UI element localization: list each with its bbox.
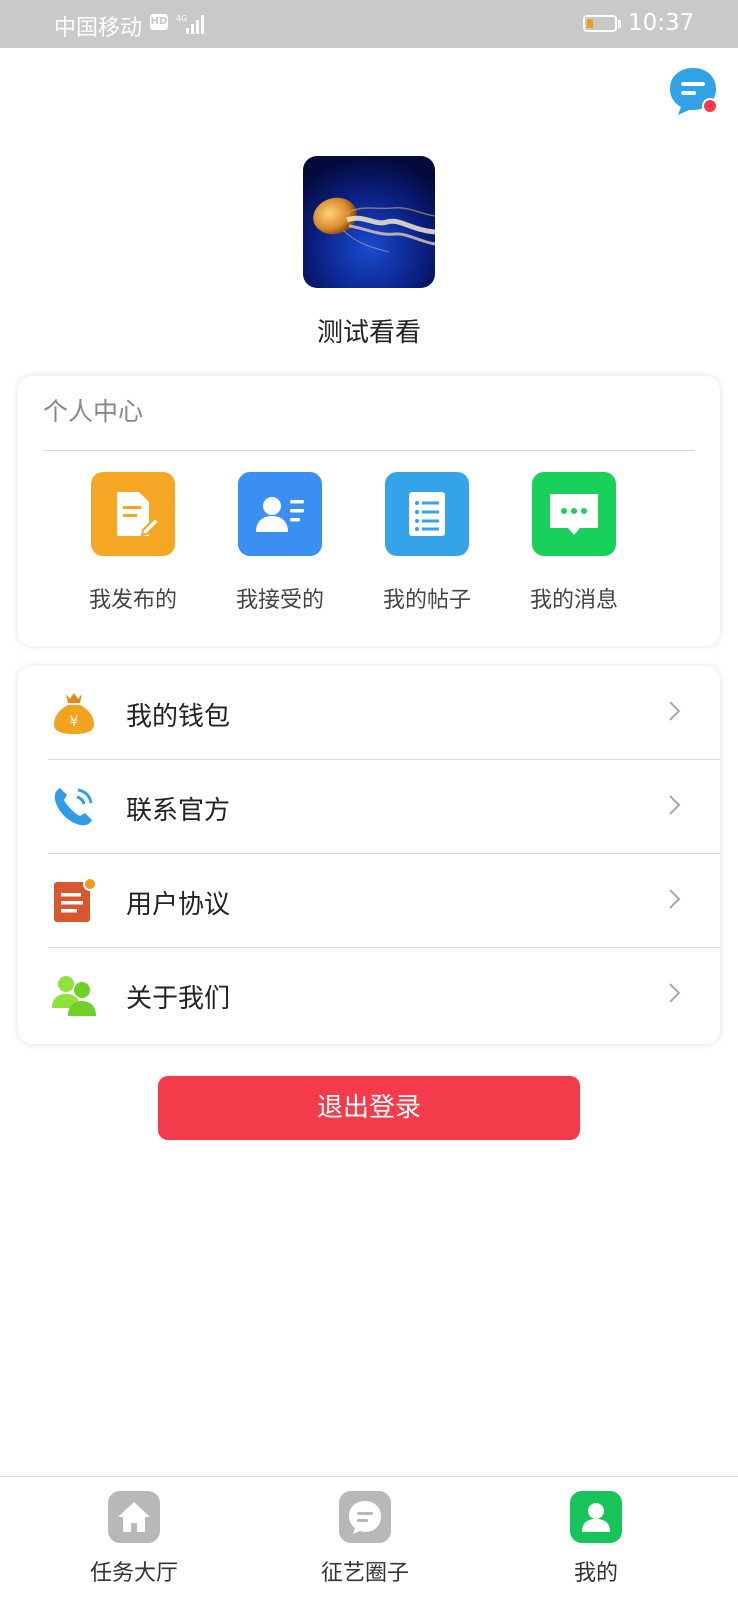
menu-item-label: 关于我们 [126,984,231,1014]
message-bubble-icon[interactable] [666,64,720,118]
agreement-icon [54,877,97,922]
menu-item-contact[interactable]: 联系官方 [18,760,720,854]
grid-item-label: 我接受的 [235,588,324,613]
chevron-right-icon [669,701,681,721]
tab-circle[interactable]: 征艺圈子 [242,1477,488,1601]
user-icon [570,1491,622,1543]
logout-button[interactable]: 退出登录 [158,1076,580,1140]
menu-card: ¥ 我的钱包 联系官方 用户协议 关于我们 [18,666,720,1044]
menu-item-wallet[interactable]: ¥ 我的钱包 [18,666,720,760]
username: 测试看看 [316,318,421,348]
jellyfish-image [303,156,435,288]
network-type: 4G [176,14,187,23]
menu-item-agreement[interactable]: 用户协议 [18,854,720,948]
svg-text:¥: ¥ [70,714,79,730]
signal-icon: 4G [176,14,204,34]
contact-card-icon [238,472,322,556]
grid-item-label: 我的消息 [529,588,618,613]
personal-center-card: 个人中心 我发布的 我接受的 我的帖子 我的消息 [18,376,720,646]
clock: 10:37 [628,10,695,36]
tab-label: 征艺圈子 [320,1561,409,1586]
divider [43,450,695,451]
my-messages-button[interactable]: 我的消息 [509,472,639,622]
status-bar: 中国移动 HD 4G 10:37 [0,0,738,48]
menu-item-label: 联系官方 [126,796,231,826]
my-accepted-button[interactable]: 我接受的 [215,472,345,622]
battery-tip [618,20,621,28]
personal-center-title: 个人中心 [43,397,144,426]
tab-label: 我的 [573,1561,618,1586]
list-icon [385,472,469,556]
my-posts-button[interactable]: 我的帖子 [362,472,492,622]
hd-badge: HD [150,14,168,30]
tab-label: 任务大厅 [89,1561,178,1586]
menu-item-label: 我的钱包 [126,702,231,732]
money-bag-icon: ¥ [54,693,94,734]
chat-icon [339,1491,391,1543]
tab-mine[interactable]: 我的 [473,1477,719,1601]
chevron-right-icon [669,983,681,1003]
grid-item-label: 我发布的 [88,588,177,613]
battery-icon [583,15,617,32]
carrier-name: 中国移动 [54,16,143,41]
grid-item-label: 我的帖子 [382,588,471,613]
tab-task-hall[interactable]: 任务大厅 [11,1477,257,1601]
message-icon [532,472,616,556]
phone-icon [54,788,93,826]
chevron-right-icon [669,889,681,909]
bottom-nav: 任务大厅 征艺圈子 我的 [0,1476,738,1601]
menu-item-about[interactable]: 关于我们 [18,948,720,1042]
edit-document-icon [91,472,175,556]
users-icon [52,976,96,1016]
avatar[interactable] [303,156,435,288]
chevron-right-icon [669,795,681,815]
home-icon [108,1491,160,1543]
my-published-button[interactable]: 我发布的 [68,472,198,622]
menu-item-label: 用户协议 [126,890,231,920]
